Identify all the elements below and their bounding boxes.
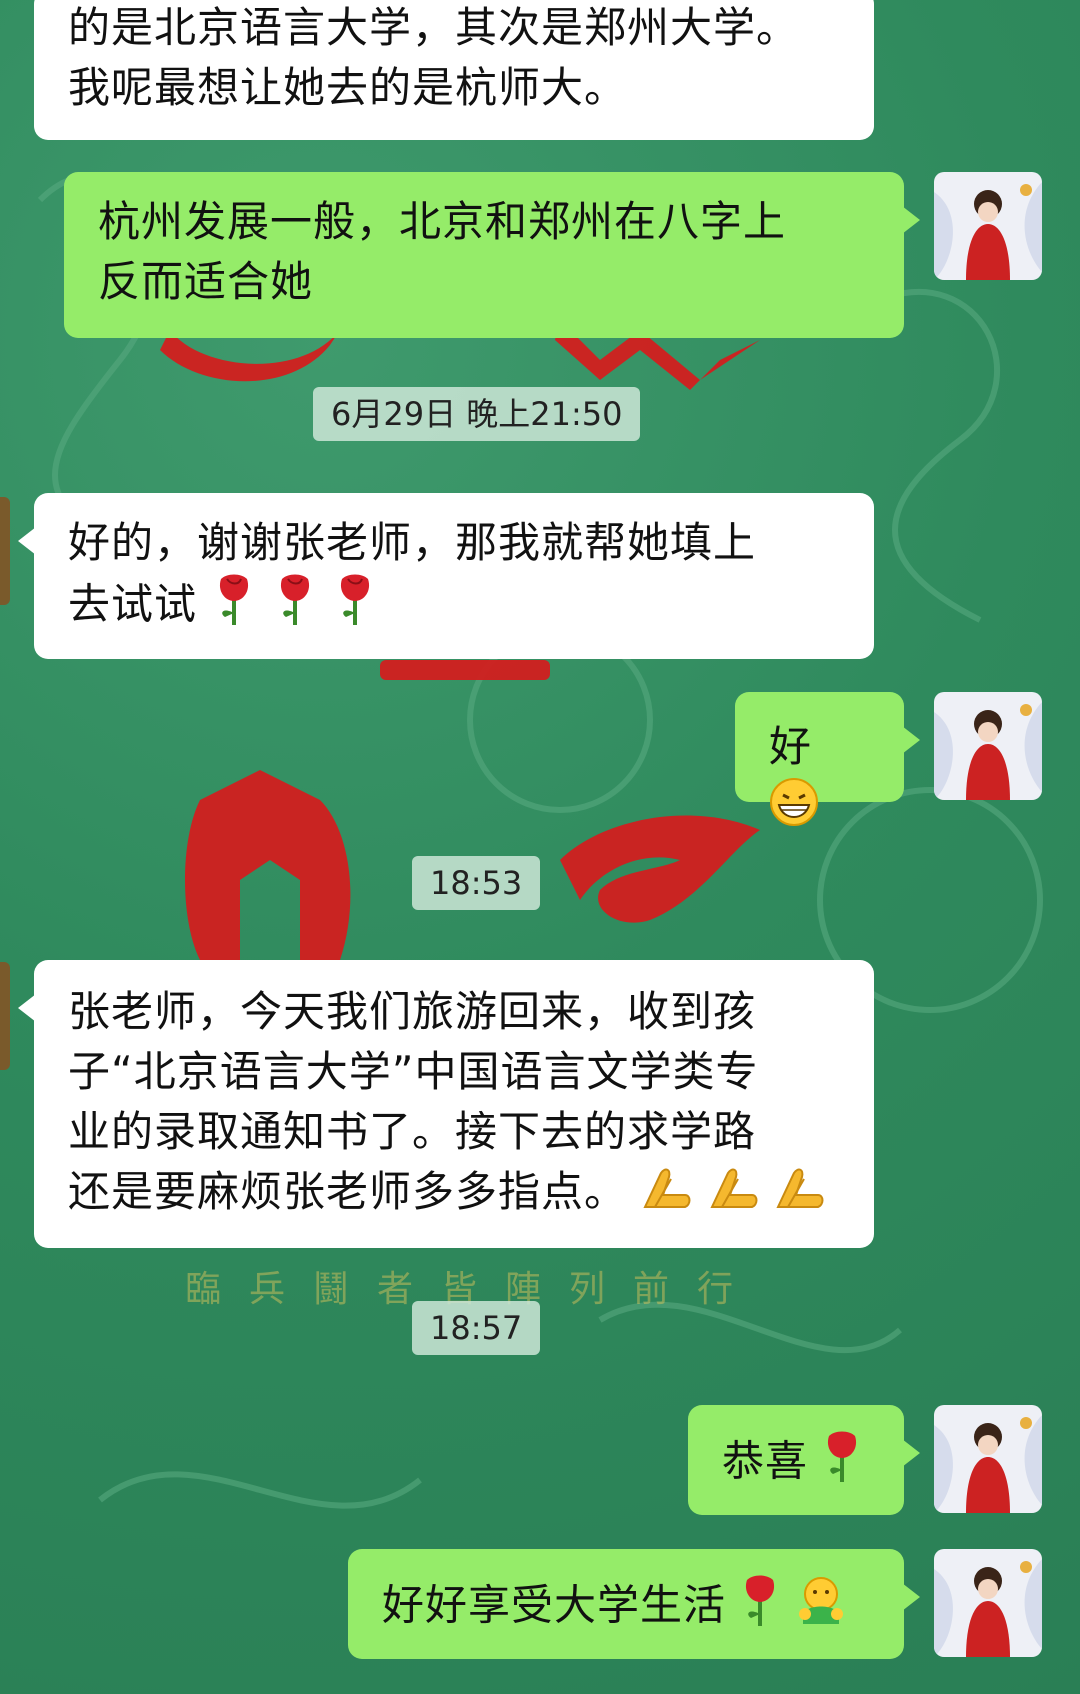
message-line: 去试试 — [68, 579, 198, 629]
message-bubble-incoming[interactable]: 张老师，今天我们旅游回来，收到孩 子“北京语言大学”中国语言文学类专 业的录取通… — [18, 960, 874, 1248]
message-bubble-outgoing[interactable]: 好好享受大学生活 — [348, 1549, 920, 1659]
pray-hands-icon — [774, 1165, 826, 1225]
message-line: 子“北京语言大学”中国语言文学类专 — [68, 1047, 759, 1096]
timestamp: 18:57 — [412, 1301, 541, 1355]
rose-icon — [740, 1574, 780, 1642]
message-line: 好的，谢谢张老师，那我就帮她填上 — [68, 518, 757, 567]
message-line: 业的录取通知书了。接下去的求学路 — [68, 1107, 757, 1156]
message-line: 还是要麻烦张老师多多指点。 — [68, 1167, 628, 1216]
message-bubble-outgoing[interactable]: 好 — [735, 692, 920, 826]
timestamp: 18:53 — [412, 856, 541, 910]
chat-thread[interactable]: 的是北京语言大学，其次是郑州大学。 我呢最想让她去的是杭师大。 杭州发展一般，北… — [0, 0, 1080, 1694]
message-line: 恭喜 — [722, 1436, 809, 1486]
rose-icon — [211, 573, 257, 641]
message-line: 张老师，今天我们旅游回来，收到孩 — [68, 987, 757, 1036]
timestamp: 6月29日 晚上21:50 — [313, 387, 641, 441]
pray-hands-icon — [708, 1165, 760, 1225]
message-line: 反而适合她 — [98, 257, 314, 306]
rose-icon — [272, 573, 318, 641]
rose-icon — [332, 573, 378, 641]
message-line: 好好享受大学生活 — [382, 1580, 727, 1630]
my-avatar[interactable] — [934, 1405, 1042, 1513]
my-avatar[interactable] — [934, 172, 1042, 280]
message-bubble-outgoing[interactable]: 杭州发展一般，北京和郑州在八字上 反而适合她 — [64, 172, 920, 338]
pray-hands-icon — [641, 1165, 693, 1225]
contact-avatar[interactable] — [0, 497, 10, 605]
avatar-image — [934, 172, 1042, 280]
rose-icon — [822, 1430, 862, 1498]
avatar-image — [934, 1405, 1042, 1513]
message-line: 的是北京语言大学，其次是郑州大学。 — [68, 3, 800, 52]
message-line: 好 — [769, 722, 813, 771]
avatar-image — [934, 692, 1042, 800]
contact-avatar[interactable] — [0, 962, 10, 1070]
avatar-image — [934, 1549, 1042, 1657]
my-avatar[interactable] — [934, 1549, 1042, 1657]
message-bubble-outgoing[interactable]: 恭喜 — [688, 1405, 920, 1515]
hug-emoji-icon — [795, 1574, 847, 1642]
message-line: 杭州发展一般，北京和郑州在八字上 — [98, 197, 787, 246]
my-avatar[interactable] — [934, 692, 1042, 800]
message-line: 我呢最想让她去的是杭师大。 — [68, 63, 628, 112]
grin-emoji-icon — [769, 777, 819, 843]
message-bubble-incoming[interactable]: 好的，谢谢张老师，那我就帮她填上 去试试 — [18, 493, 874, 659]
message-bubble-incoming[interactable]: 的是北京语言大学，其次是郑州大学。 我呢最想让她去的是杭师大。 — [34, 0, 874, 140]
